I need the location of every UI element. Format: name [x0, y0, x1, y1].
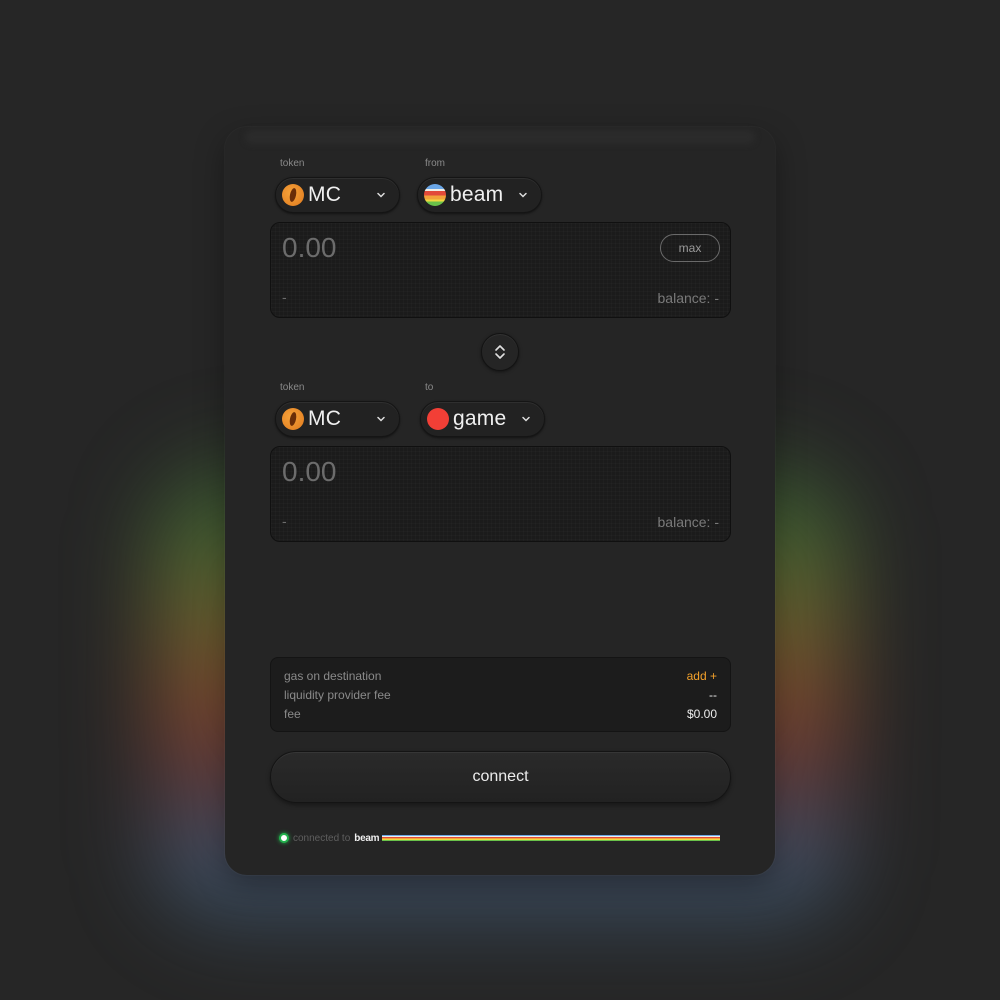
fee-label: liquidity provider fee	[284, 688, 391, 702]
fee-row-fee: fee $0.00	[284, 707, 717, 726]
source-amount-input[interactable]: 0.00	[282, 232, 337, 264]
chevron-down-icon	[377, 192, 385, 198]
status-indicator-icon	[279, 833, 289, 843]
destination-chain-label: to	[425, 382, 434, 393]
add-gas-button[interactable]: add +	[687, 669, 717, 688]
beam-rainbow-bar	[382, 835, 720, 841]
status-text: connected to	[293, 832, 351, 844]
destination-chain-select[interactable]: game	[420, 401, 545, 437]
chevron-down-icon	[522, 416, 530, 422]
source-chain-name: beam	[450, 183, 504, 206]
swap-direction-button[interactable]	[481, 333, 519, 371]
swap-direction-icon	[495, 345, 505, 359]
source-token-label: token	[280, 158, 305, 169]
destination-token-select[interactable]: MC	[275, 401, 400, 437]
beam-chain-icon	[424, 184, 446, 206]
destination-balance: balance: -	[657, 514, 719, 530]
connect-button[interactable]: connect	[270, 751, 731, 803]
source-balance: balance: -	[657, 290, 719, 306]
source-usd-value: -	[282, 289, 287, 305]
source-token-symbol: MC	[308, 183, 342, 206]
connection-status: connected to beam	[279, 832, 380, 844]
source-chain-select[interactable]: beam	[417, 177, 542, 213]
destination-amount-box: 0.00 - balance: -	[270, 446, 731, 542]
game-chain-icon	[427, 408, 449, 430]
source-amount-box: 0.00 max - balance: -	[270, 222, 731, 318]
mc-token-icon	[282, 408, 304, 430]
source-chain-label: from	[425, 158, 445, 169]
destination-token-label: token	[280, 382, 305, 393]
mc-token-icon	[282, 184, 304, 206]
destination-chain-name: game	[453, 407, 507, 430]
destination-token-symbol: MC	[308, 407, 342, 430]
destination-amount-input[interactable]: 0.00	[282, 456, 337, 488]
chevron-down-icon	[519, 192, 527, 198]
fee-row-lp: liquidity provider fee --	[284, 688, 717, 707]
fee-label: fee	[284, 707, 301, 721]
source-token-select[interactable]: MC	[275, 177, 400, 213]
fee-label: gas on destination	[284, 669, 382, 683]
fee-value: $0.00	[686, 707, 717, 721]
destination-usd-value: -	[282, 513, 287, 529]
fee-value: --	[709, 688, 717, 702]
status-network: beam	[354, 832, 380, 844]
chevron-down-icon	[377, 416, 385, 422]
fee-row-gas: gas on destination add +	[284, 669, 717, 688]
max-button[interactable]: max	[660, 234, 720, 262]
card-top-handle	[245, 130, 755, 144]
fees-summary: gas on destination add + liquidity provi…	[270, 657, 731, 732]
